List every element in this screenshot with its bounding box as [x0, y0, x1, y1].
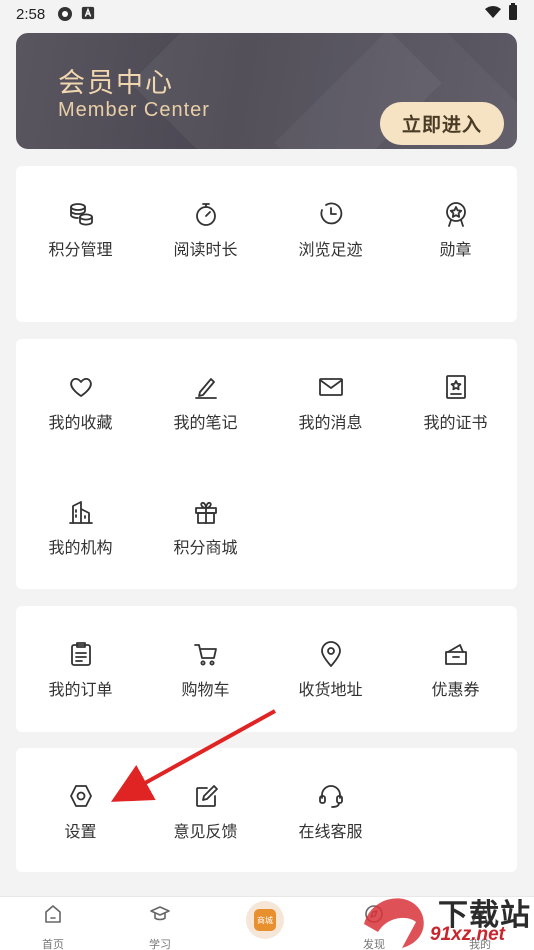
wifi-icon	[484, 5, 502, 23]
my-institution-label: 我的机构	[48, 540, 113, 557]
home-icon	[42, 903, 64, 930]
shipping-address-label: 收货地址	[298, 682, 363, 699]
medal-icon	[442, 200, 470, 228]
nav-study[interactable]: 学习	[120, 903, 200, 950]
service-card: 设置 意见反馈 在线客服	[16, 748, 517, 872]
clipboard-list-icon	[67, 640, 95, 668]
nav-study-label: 学习	[149, 939, 171, 950]
my-notes-label: 我的笔记	[173, 415, 238, 432]
mail-icon	[317, 373, 345, 401]
coupon-icon	[442, 640, 470, 668]
settings-label: 设置	[64, 824, 97, 841]
my-orders-label: 我的订单	[48, 682, 113, 699]
nav-mall-label: 商城	[257, 915, 273, 925]
coupons-label: 优惠券	[431, 682, 480, 699]
feedback-label: 意见反馈	[173, 824, 238, 841]
nav-home-label: 首页	[42, 939, 64, 950]
location-pin-icon	[317, 640, 345, 668]
points-mall-label: 积分商城	[173, 540, 238, 557]
a-badge-icon	[81, 6, 97, 22]
graduation-cap-icon	[149, 903, 171, 930]
browsing-history-label: 浏览足迹	[298, 242, 363, 259]
my-favorites-item[interactable]: 我的收藏	[18, 373, 143, 453]
feedback-item[interactable]: 意见反馈	[143, 782, 268, 862]
headset-icon	[317, 782, 345, 810]
medal-label: 勋章	[439, 242, 472, 259]
nav-mall[interactable]: 商城	[246, 901, 284, 939]
shopping-cart-label: 购物车	[181, 682, 230, 699]
points-management-item[interactable]: 积分管理	[18, 200, 143, 280]
orders-card: 我的订单 购物车 收货地址 优惠券	[16, 606, 517, 732]
stats-card: 积分管理 阅读时长 浏览足迹 勋章	[16, 166, 517, 322]
online-service-label: 在线客服	[298, 824, 363, 841]
certificate-icon	[442, 373, 470, 401]
heart-icon	[67, 373, 95, 401]
my-messages-label: 我的消息	[298, 415, 363, 432]
my-institution-item[interactable]: 我的机构	[18, 498, 143, 578]
mall-icon: 商城	[254, 909, 276, 931]
edit-feedback-icon	[192, 782, 220, 810]
nav-home[interactable]: 首页	[13, 903, 93, 950]
shipping-address-item[interactable]: 收货地址	[268, 640, 393, 720]
status-time: 2:58	[16, 5, 46, 23]
aperture-icon	[57, 6, 73, 22]
points-mall-item[interactable]: 积分商城	[143, 498, 268, 578]
building-icon	[67, 498, 95, 526]
gift-icon	[192, 498, 220, 526]
personal-card: 我的收藏 我的笔记 我的消息 我的证书 我的机构 积分商城	[16, 339, 517, 589]
coupons-item[interactable]: 优惠券	[393, 640, 518, 720]
hexagon-settings-icon	[67, 782, 95, 810]
my-notes-item[interactable]: 我的笔记	[143, 373, 268, 453]
medal-item[interactable]: 勋章	[393, 200, 518, 280]
shopping-cart-icon	[192, 640, 220, 668]
my-orders-item[interactable]: 我的订单	[18, 640, 143, 720]
reading-time-label: 阅读时长	[173, 242, 238, 259]
banner-title: 会员中心	[58, 68, 174, 98]
my-certificates-label: 我的证书	[423, 415, 488, 432]
history-clock-icon	[317, 200, 345, 228]
coins-stack-icon	[67, 200, 95, 228]
watermark-url: 91xz.net	[430, 924, 505, 945]
points-management-label: 积分管理	[48, 242, 113, 259]
status-bar: 2:58	[0, 0, 534, 28]
my-messages-item[interactable]: 我的消息	[268, 373, 393, 453]
my-favorites-label: 我的收藏	[48, 415, 113, 432]
settings-item[interactable]: 设置	[18, 782, 143, 862]
my-certificates-item[interactable]: 我的证书	[393, 373, 518, 453]
enter-now-button[interactable]: 立即进入	[380, 102, 504, 145]
online-service-item[interactable]: 在线客服	[268, 782, 393, 862]
shopping-cart-item[interactable]: 购物车	[143, 640, 268, 720]
banner-subtitle: Member Center	[58, 99, 210, 121]
browsing-history-item[interactable]: 浏览足迹	[268, 200, 393, 280]
pencil-icon	[192, 373, 220, 401]
member-center-banner[interactable]: 会员中心 Member Center 立即进入	[16, 33, 517, 149]
reading-time-item[interactable]: 阅读时长	[143, 200, 268, 280]
stopwatch-icon	[192, 200, 220, 228]
battery-icon	[508, 3, 518, 25]
